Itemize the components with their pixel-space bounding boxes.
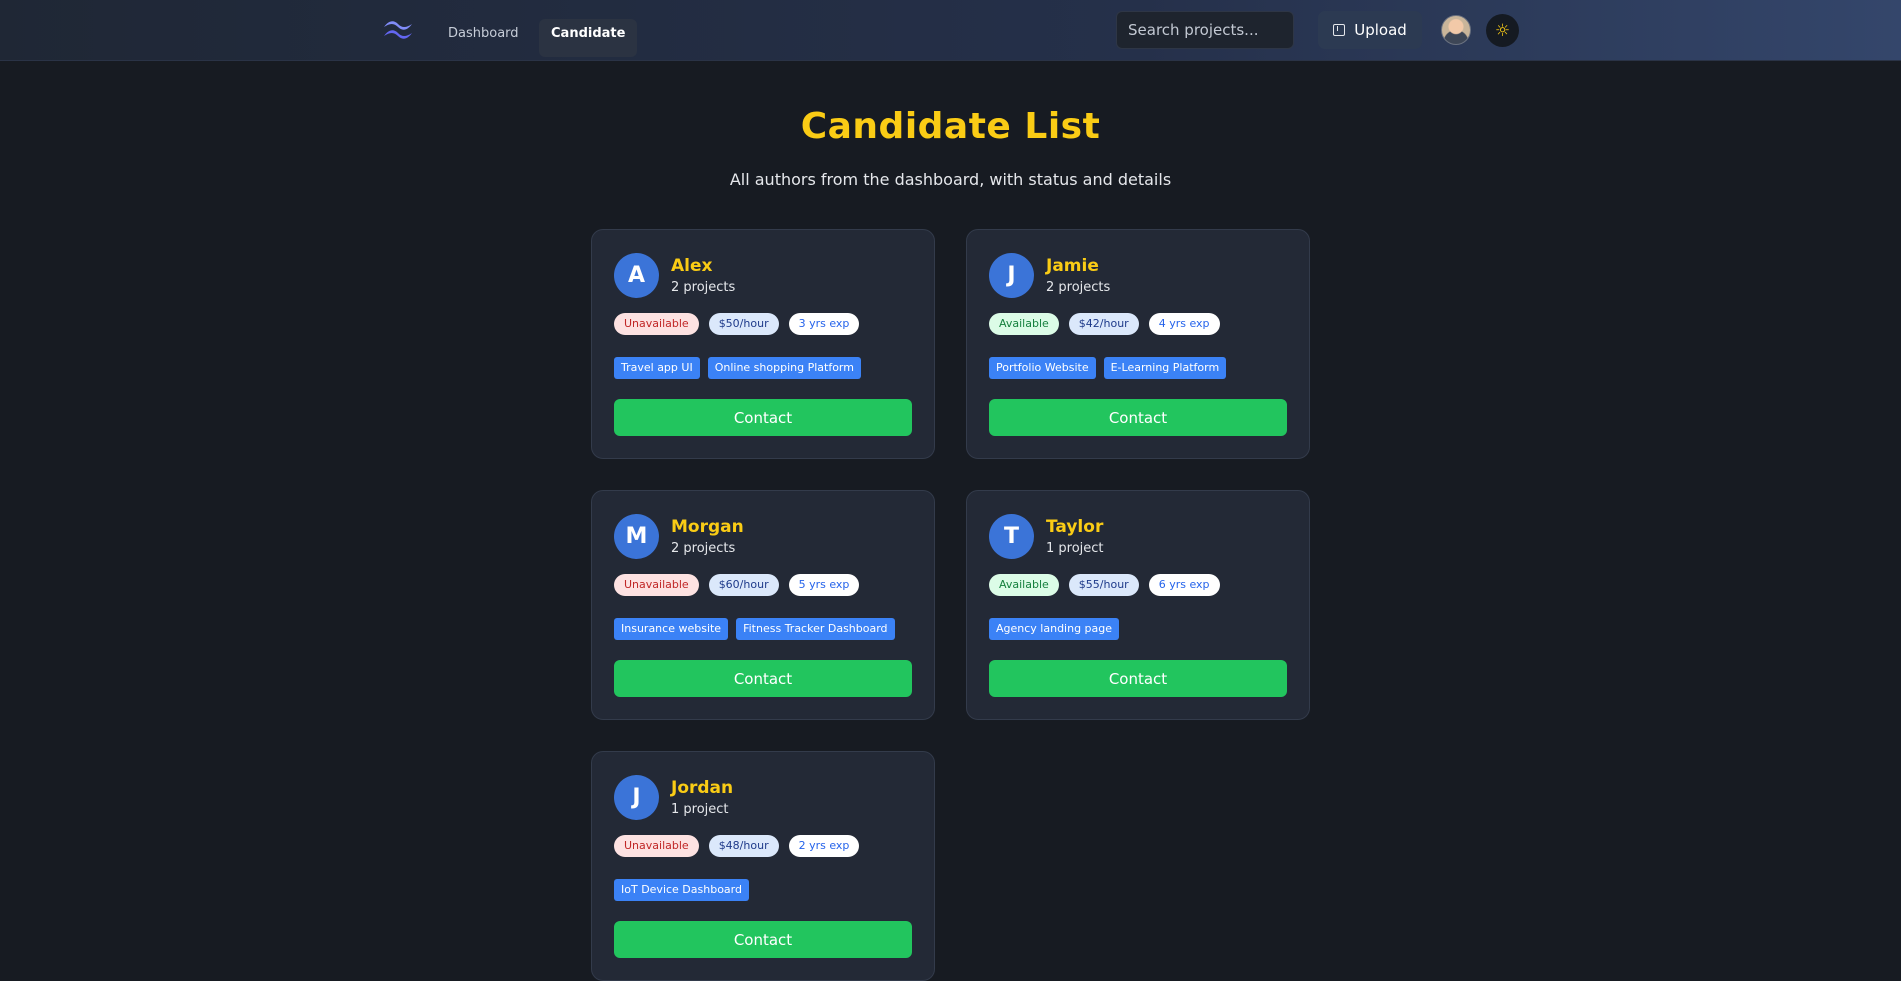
candidate-project-count: 2 projects [1046,280,1111,295]
experience-badge: 5 yrs exp [788,574,860,596]
contact-button[interactable]: Contact [614,660,912,697]
candidate-card-morgan: M Morgan 2 projects Unavailable $60/hour… [591,490,935,720]
candidate-avatar: T [989,514,1034,559]
candidate-name: Taylor [1046,517,1104,537]
project-tag[interactable]: Agency landing page [989,618,1120,640]
top-navbar: Dashboard Candidate Upload ☼ [0,0,1901,61]
candidate-avatar: M [614,514,659,559]
candidate-name: Alex [671,256,713,276]
candidate-avatar: J [989,253,1034,298]
rate-badge: $42/hour [1068,313,1139,335]
candidate-project-count: 2 projects [671,280,736,295]
rate-badge: $48/hour [708,835,779,857]
experience-badge: 3 yrs exp [788,313,860,335]
candidate-card-jordan: J Jordan 1 project Unavailable $48/hour … [591,751,935,981]
candidate-avatar: A [614,253,659,298]
status-badge: Available [989,313,1059,335]
contact-button[interactable]: Contact [614,399,912,436]
tailwind-logo-icon[interactable] [380,16,416,44]
project-tag[interactable]: Online shopping Platform [707,357,861,379]
status-badge: Available [989,574,1059,596]
candidate-card-jamie: J Jamie 2 projects Available $42/hour 4 … [966,229,1310,459]
candidate-avatar: J [614,775,659,820]
status-badge: Unavailable [614,313,699,335]
candidate-project-count: 1 project [671,802,729,817]
contact-button[interactable]: Contact [989,660,1287,697]
search-input[interactable] [1116,11,1294,49]
theme-toggle-button[interactable]: ☼ [1486,14,1519,47]
status-badge: Unavailable [614,835,699,857]
candidate-project-count: 2 projects [671,541,736,556]
candidate-name: Morgan [671,517,744,537]
user-avatar[interactable] [1441,15,1471,45]
project-tag[interactable]: Travel app UI [614,357,700,379]
project-tag[interactable]: Fitness Tracker Dashboard [736,618,895,640]
upload-label: Upload [1354,21,1407,39]
rate-badge: $55/hour [1068,574,1139,596]
page-title: Candidate List [800,106,1101,147]
candidate-card-alex: A Alex 2 projects Unavailable $50/hour 3… [591,229,935,459]
project-tag[interactable]: E-Learning Platform [1103,357,1227,379]
experience-badge: 4 yrs exp [1148,313,1220,335]
project-tag[interactable]: IoT Device Dashboard [614,879,749,901]
experience-badge: 6 yrs exp [1148,574,1220,596]
contact-button[interactable]: Contact [614,921,912,958]
sun-icon: ☼ [1494,20,1511,41]
rate-badge: $50/hour [708,313,779,335]
contact-button[interactable]: Contact [989,399,1287,436]
status-badge: Unavailable [614,574,699,596]
page-subtitle: All authors from the dashboard, with sta… [729,170,1172,189]
project-tag[interactable]: Portfolio Website [989,357,1096,379]
rate-badge: $60/hour [708,574,779,596]
candidate-name: Jamie [1046,256,1099,276]
candidate-name: Jordan [671,778,734,798]
candidate-card-taylor: T Taylor 1 project Available $55/hour 6 … [966,490,1310,720]
project-tag[interactable]: Insurance website [614,618,729,640]
experience-badge: 2 yrs exp [788,835,860,857]
nav-link-dashboard[interactable]: Dashboard [436,19,531,57]
upload-button[interactable]: Upload [1318,11,1422,49]
nav-link-candidate[interactable]: Candidate [539,19,638,57]
candidate-project-count: 1 project [1046,541,1104,556]
upload-icon [1333,24,1346,36]
